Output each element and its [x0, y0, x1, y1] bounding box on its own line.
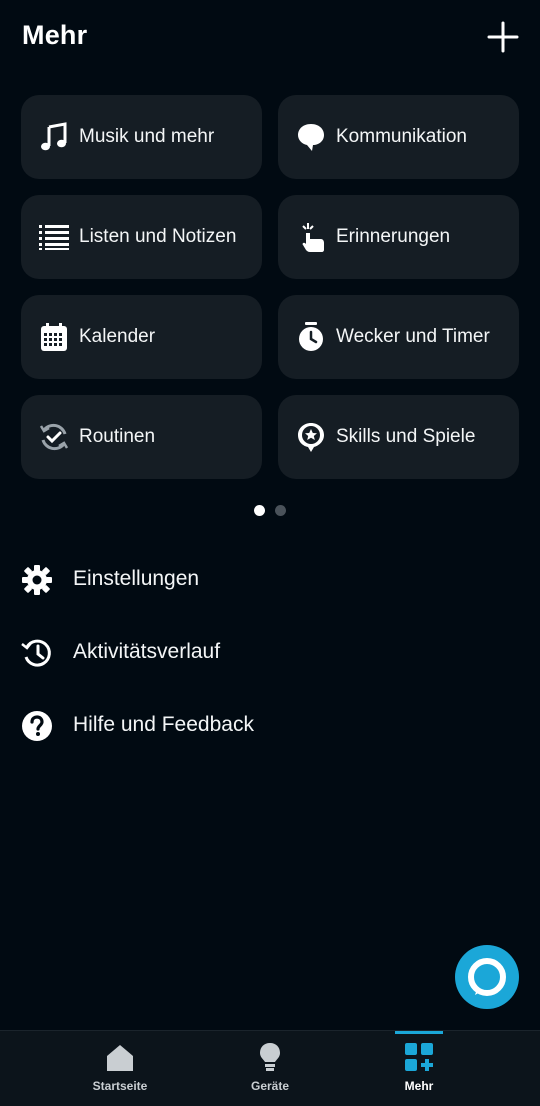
tile-calendar[interactable]: Kalender: [21, 295, 262, 379]
speech-bubble-icon: [295, 121, 327, 153]
page-dot-active[interactable]: [254, 505, 265, 516]
alexa-button[interactable]: [455, 945, 519, 1009]
tile-lists[interactable]: Listen und Notizen: [21, 195, 262, 279]
tile-label: Listen und Notizen: [79, 226, 237, 247]
tile-label: Kalender: [79, 326, 156, 347]
tile-label: Wecker und Timer: [336, 326, 490, 347]
header: Mehr: [0, 0, 540, 80]
plus-icon: [487, 21, 519, 53]
menu-item-settings[interactable]: Einstellungen: [0, 545, 540, 615]
bottom-navigation: Startseite Geräte Mehr: [0, 1030, 540, 1106]
page-title: Mehr: [22, 20, 88, 50]
menu-item-label: Einstellungen: [73, 567, 200, 590]
tile-alarms[interactable]: Wecker und Timer: [278, 295, 519, 379]
calendar-icon: [38, 321, 70, 353]
bulb-icon: [255, 1041, 285, 1073]
home-icon: [105, 1041, 135, 1073]
tile-communication[interactable]: Kommunikation: [278, 95, 519, 179]
tile-skills[interactable]: Skills und Spiele: [278, 395, 519, 479]
nav-label: Geräte: [250, 1079, 290, 1093]
music-note-icon: [38, 121, 70, 153]
tile-label: Musik und mehr: [79, 126, 215, 147]
menu-item-activity-history[interactable]: Aktivitätsverlauf: [0, 618, 540, 688]
nav-label: Startseite: [92, 1079, 148, 1093]
menu-item-help[interactable]: Hilfe und Feedback: [0, 691, 540, 761]
menu-item-label: Hilfe und Feedback: [73, 713, 254, 736]
page-dot[interactable]: [275, 505, 286, 516]
nav-label: Mehr: [404, 1079, 434, 1093]
help-icon: [20, 709, 54, 743]
reminder-hand-icon: [295, 221, 327, 253]
routine-cycle-icon: [38, 421, 70, 453]
nav-more[interactable]: Mehr: [349, 1031, 489, 1106]
tile-label: Erinnerungen: [336, 226, 451, 247]
alarm-clock-icon: [295, 321, 327, 353]
tile-routines[interactable]: Routinen: [21, 395, 262, 479]
menu-item-label: Aktivitätsverlauf: [73, 640, 221, 663]
tile-label: Routinen: [79, 426, 156, 447]
alexa-icon: [468, 958, 506, 996]
nav-devices[interactable]: Geräte: [200, 1031, 340, 1106]
tile-music[interactable]: Musik und mehr: [21, 95, 262, 179]
nav-home[interactable]: Startseite: [50, 1031, 190, 1106]
list-icon: [38, 221, 70, 253]
more-grid-icon: [404, 1041, 434, 1073]
tile-label: Skills und Spiele: [336, 426, 476, 447]
skills-star-icon: [295, 421, 327, 453]
gear-icon: [20, 563, 54, 597]
tile-label: Kommunikation: [336, 126, 467, 147]
add-button[interactable]: [484, 18, 522, 56]
history-icon: [20, 636, 54, 670]
tile-reminders[interactable]: Erinnerungen: [278, 195, 519, 279]
